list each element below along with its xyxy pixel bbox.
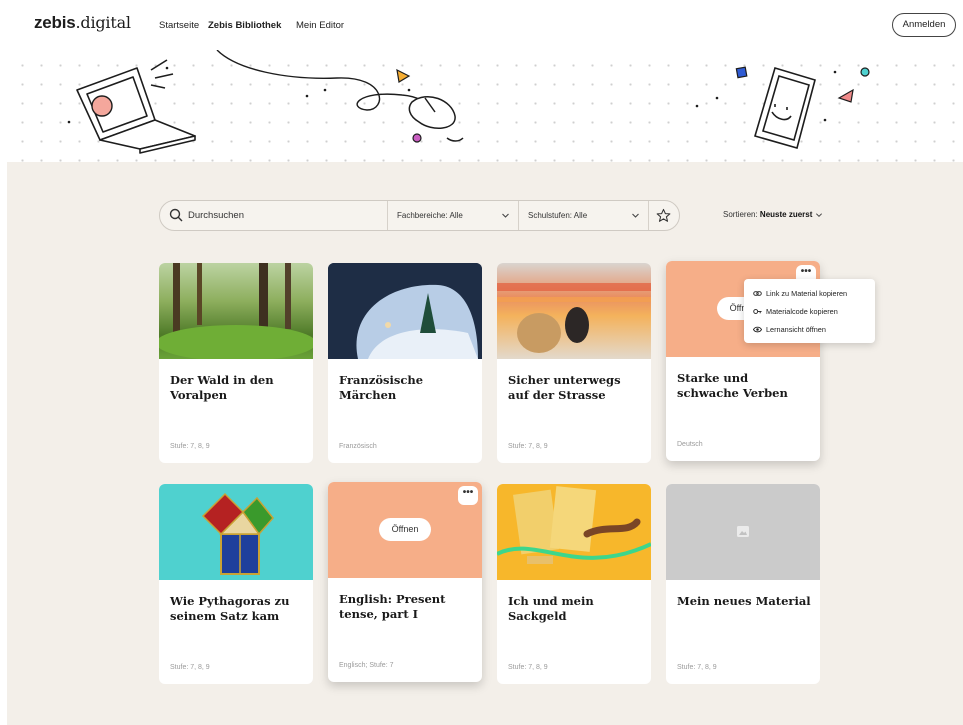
search-icon (169, 208, 183, 222)
chevron-down-icon (815, 213, 822, 217)
card-image-street (497, 263, 651, 359)
material-card[interactable]: Ich und mein Sackgeld Stufe: 7, 8, 9 (497, 484, 651, 684)
card-context-menu: Link zu Material kopieren Materialcode k… (744, 279, 875, 343)
card-title: Starke und schwache Verben (677, 371, 788, 400)
card-title: Französische Märchen (339, 373, 424, 402)
card-title: Ich und mein Sackgeld (508, 594, 594, 623)
card-image-pocket-money (497, 484, 651, 580)
nav-zebis-bibliothek[interactable]: Zebis Bibliothek (208, 20, 281, 31)
login-button[interactable]: Anmelden (892, 13, 956, 37)
hero-banner (7, 50, 963, 162)
open-button[interactable]: Öffnen (379, 518, 431, 541)
card-image-empty (666, 484, 820, 580)
divider (518, 201, 519, 230)
divider (387, 201, 388, 230)
material-card[interactable]: Mein neues Material Stufe: 7, 8, 9 (666, 484, 820, 684)
material-card-hovered[interactable]: Öffnen ••• English: Present tense, part … (328, 482, 482, 682)
card-meta: Stufe: 7, 8, 9 (508, 664, 548, 671)
card-title: English: Present tense, part I (339, 592, 446, 621)
menu-item-open-learner-view[interactable]: Lernansicht öffnen (753, 325, 826, 334)
nav-mein-editor[interactable]: Mein Editor (296, 20, 344, 31)
link-icon (753, 291, 762, 296)
top-header: zebis.digital Startseite Zebis Bibliothe… (0, 0, 963, 50)
card-title: Wie Pythagoras zu seinem Satz kam (170, 594, 290, 623)
star-favorites-icon[interactable] (656, 208, 671, 223)
hero-illustration (67, 50, 870, 154)
search-filter-bar: Durchsuchen Fachbereiche: Alle Schulstuf… (159, 200, 680, 231)
image-placeholder-icon (737, 526, 749, 537)
menu-item-copy-link[interactable]: Link zu Material kopieren (753, 289, 847, 298)
card-image-pythagoras (159, 484, 313, 580)
card-image-snowy-cave (328, 263, 482, 359)
card-meta: Stufe: 7, 8, 9 (170, 443, 210, 450)
search-input[interactable]: Durchsuchen (188, 210, 244, 221)
card-title: Der Wald in den Voralpen (170, 373, 274, 402)
zebis-logo[interactable]: zebis.digital (34, 13, 131, 33)
nav-startseite[interactable]: Startseite (159, 20, 199, 31)
card-meta: Deutsch (677, 441, 703, 448)
subjects-dropdown[interactable]: Fachbereiche: Alle (397, 211, 463, 220)
card-title: Sicher unterwegs auf der Strasse (508, 373, 621, 402)
card-image-placeholder: Öffnen ••• (328, 482, 482, 578)
divider (648, 201, 649, 230)
material-card[interactable]: Wie Pythagoras zu seinem Satz kam Stufe:… (159, 484, 313, 684)
more-options-button[interactable]: ••• (458, 486, 478, 505)
chevron-down-icon[interactable] (501, 211, 510, 220)
sort-dropdown[interactable]: Sortieren: Neuste zuerst (723, 210, 823, 219)
card-meta: Stufe: 7, 8, 9 (170, 664, 210, 671)
card-meta: Englisch; Stufe: 7 (339, 662, 394, 669)
levels-dropdown[interactable]: Schulstufen: Alle (528, 211, 587, 220)
chevron-down-icon[interactable] (631, 211, 640, 220)
card-title: Mein neues Material (677, 594, 811, 608)
menu-item-copy-code[interactable]: Materialcode kopieren (753, 307, 838, 316)
key-icon (753, 309, 762, 314)
eye-icon (753, 326, 762, 333)
material-card[interactable]: Sicher unterwegs auf der Strasse Stufe: … (497, 263, 651, 463)
card-image-forest (159, 263, 313, 359)
tablet-illustration (754, 67, 816, 149)
card-meta: Stufe: 7, 8, 9 (508, 443, 548, 450)
card-meta: Stufe: 7, 8, 9 (677, 664, 717, 671)
material-card[interactable]: Französische Märchen Französisch (328, 263, 482, 463)
card-meta: Französisch (339, 443, 377, 450)
material-card[interactable]: Der Wald in den Voralpen Stufe: 7, 8, 9 (159, 263, 313, 463)
